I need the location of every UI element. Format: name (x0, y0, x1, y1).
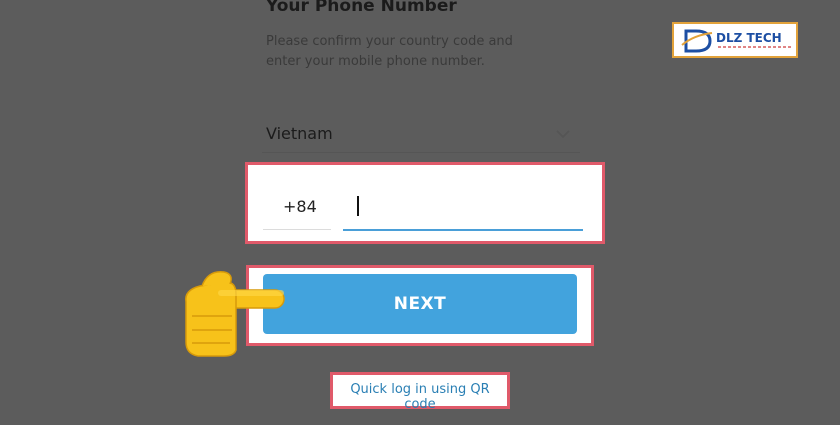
qr-login-link[interactable]: Quick log in using QR code (333, 382, 507, 412)
page-description: Please confirm your country code and ent… (266, 34, 513, 69)
country-code-value: +84 (283, 197, 317, 216)
brand-watermark: DLZ TECH (672, 22, 798, 58)
country-name: Vietnam (266, 124, 333, 143)
next-button-highlight: NEXT (246, 265, 594, 346)
country-code-field[interactable]: +84 (263, 185, 331, 230)
chevron-down-icon (556, 130, 570, 139)
qr-link-highlight: Quick log in using QR code (330, 372, 510, 412)
phone-entry-highlight: +84 (245, 162, 605, 244)
dlz-logo-icon (681, 29, 713, 53)
brand-tagline-strip (718, 46, 792, 48)
phone-number-input[interactable] (343, 187, 583, 231)
country-selector[interactable]: Vietnam (262, 118, 580, 153)
text-caret (357, 196, 359, 216)
pointing-hand-icon (185, 271, 285, 357)
page-title: Your Phone Number (266, 0, 457, 16)
next-button[interactable]: NEXT (263, 274, 577, 334)
brand-name: DLZ TECH (716, 31, 782, 45)
